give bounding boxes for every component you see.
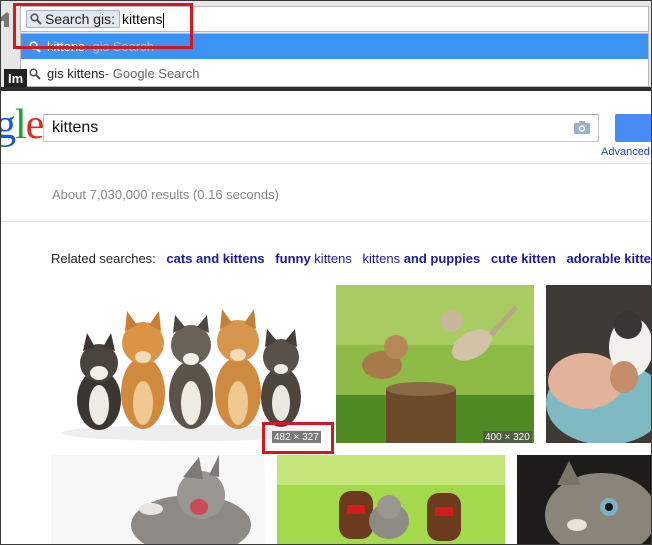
- related-link-funny-kittens[interactable]: funny kittens: [275, 251, 352, 266]
- camera-icon[interactable]: [574, 121, 590, 134]
- suggestion-item-selected[interactable]: kittens - gis Search: [21, 34, 648, 59]
- images-tab-label[interactable]: Im: [4, 69, 28, 88]
- suggestion-secondary-text: - gis Search: [84, 39, 154, 54]
- suggestion-item[interactable]: gis kittens - Google Search: [21, 61, 648, 86]
- image-result-tabby-kitten[interactable]: [517, 455, 651, 544]
- browser-toolbar: Search gis: kittens kittens - gis Search: [1, 1, 651, 91]
- results-count: About 7,030,000 results (0.16 seconds): [52, 187, 279, 202]
- text-caret: [163, 12, 165, 28]
- results-divider: [1, 221, 651, 222]
- image-result-domo-kitten[interactable]: [277, 455, 505, 544]
- home-icon[interactable]: [1, 11, 9, 27]
- kittens-image: [546, 285, 651, 443]
- related-searches-label: Related searches:: [51, 251, 156, 266]
- search-icon: [29, 67, 41, 80]
- kittens-image: [277, 455, 505, 544]
- search-input[interactable]: [52, 118, 552, 138]
- search-button[interactable]: [615, 114, 651, 142]
- screenshot-frame: Search gis: kittens kittens - gis Search: [0, 0, 652, 545]
- related-link-cute-kitten[interactable]: cute kitten: [491, 251, 556, 266]
- suggestion-primary-text: gis kittens: [47, 66, 105, 81]
- kittens-image: [517, 455, 651, 544]
- suggestion-secondary-text: - Google Search: [104, 66, 200, 81]
- kittens-image: [336, 285, 534, 443]
- related-link-adorable-kitten[interactable]: adorable kitten: [567, 251, 651, 266]
- kittens-image: [131, 455, 251, 544]
- image-result-kitten-in-hands[interactable]: [546, 285, 651, 443]
- related-searches: Related searches: cats and kittens funny…: [51, 251, 651, 266]
- related-link-kittens-and-puppies[interactable]: kittens and puppies: [363, 251, 481, 266]
- image-dimensions: 482 × 327: [272, 431, 321, 443]
- related-link-cats-and-kittens[interactable]: cats and kittens: [166, 251, 264, 266]
- search-keyword-label: Search gis:: [45, 11, 116, 27]
- google-logo[interactable]: gle: [1, 101, 44, 149]
- search-icon: [29, 40, 41, 53]
- image-result-yawning-kitten[interactable]: [51, 455, 265, 544]
- omnibox-suggestions: kittens - gis Search gis kittens - Googl…: [20, 33, 649, 87]
- header-divider: [1, 163, 651, 164]
- advanced-search-link[interactable]: Advanced: [601, 146, 650, 158]
- suggestion-primary-text: kittens: [47, 39, 85, 54]
- kittens-image: [61, 309, 321, 441]
- address-bar-query: kittens: [122, 11, 163, 27]
- image-result-five-kittens[interactable]: 482 × 327: [51, 285, 332, 443]
- nav-bar: [1, 87, 651, 91]
- search-box[interactable]: [43, 114, 599, 142]
- image-dimensions: 400 × 320: [483, 431, 532, 443]
- address-bar[interactable]: Search gis: kittens: [20, 6, 649, 32]
- search-keyword-chip[interactable]: Search gis:: [26, 10, 121, 28]
- search-icon: [30, 13, 42, 25]
- image-result-jumping-kittens[interactable]: 400 × 320: [336, 285, 534, 443]
- address-bar-input[interactable]: kittens: [122, 11, 165, 28]
